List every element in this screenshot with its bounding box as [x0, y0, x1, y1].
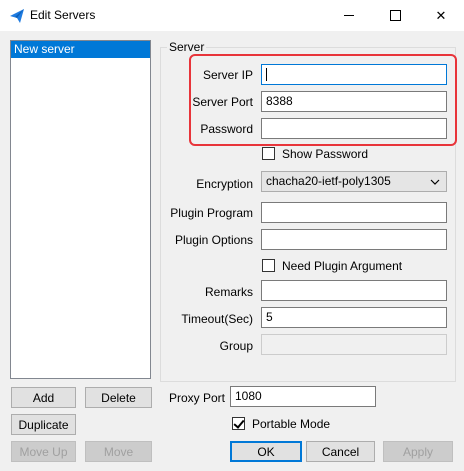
proxy-port-input[interactable]: 1080 [230, 386, 376, 407]
plugin-options-input[interactable] [261, 229, 447, 250]
close-button[interactable]: ✕ [418, 0, 464, 31]
server-list[interactable]: New server [10, 40, 151, 379]
minimize-button[interactable] [326, 0, 372, 31]
show-password-checkbox[interactable] [262, 147, 275, 160]
highlight-box [189, 54, 457, 146]
plugin-options-label: Plugin Options [174, 233, 253, 247]
encryption-value: chacha20-ietf-poly1305 [266, 174, 391, 188]
title-bar: Edit Servers ✕ [0, 0, 464, 31]
move-down-button[interactable]: Move [85, 441, 152, 462]
maximize-icon [389, 10, 401, 21]
server-list-item[interactable]: New server [11, 41, 150, 58]
group-input[interactable] [261, 334, 447, 355]
show-password-label: Show Password [282, 147, 369, 161]
plugin-program-input[interactable] [261, 202, 447, 223]
remarks-input[interactable] [261, 280, 447, 301]
group-label: Group [219, 339, 253, 353]
need-plugin-argument-label: Need Plugin Argument [282, 259, 403, 273]
chevron-down-icon [430, 179, 440, 185]
paper-plane-icon [10, 9, 24, 23]
delete-button[interactable]: Delete [85, 387, 152, 408]
encryption-select[interactable]: chacha20-ietf-poly1305 [261, 171, 447, 192]
apply-button[interactable]: Apply [383, 441, 453, 462]
encryption-label: Encryption [196, 177, 253, 191]
close-icon: ✕ [435, 7, 447, 23]
server-group-title: Server [167, 40, 207, 54]
portable-mode-label: Portable Mode [252, 417, 331, 431]
duplicate-button[interactable]: Duplicate [11, 414, 76, 435]
timeout-label: Timeout(Sec) [181, 312, 253, 326]
need-plugin-argument-checkbox[interactable] [262, 259, 275, 272]
maximize-button[interactable] [372, 0, 418, 31]
proxy-port-label: Proxy Port [169, 391, 226, 405]
window-title: Edit Servers [30, 8, 96, 22]
add-button[interactable]: Add [11, 387, 76, 408]
plugin-program-label: Plugin Program [170, 206, 253, 220]
move-up-button[interactable]: Move Up [11, 441, 76, 462]
ok-button[interactable]: OK [230, 441, 302, 462]
timeout-input[interactable]: 5 [261, 307, 447, 328]
cancel-button[interactable]: Cancel [306, 441, 375, 462]
minimize-icon [344, 15, 354, 16]
checkmark-icon [233, 417, 245, 429]
portable-mode-checkbox[interactable] [232, 417, 245, 430]
remarks-label: Remarks [204, 285, 253, 299]
